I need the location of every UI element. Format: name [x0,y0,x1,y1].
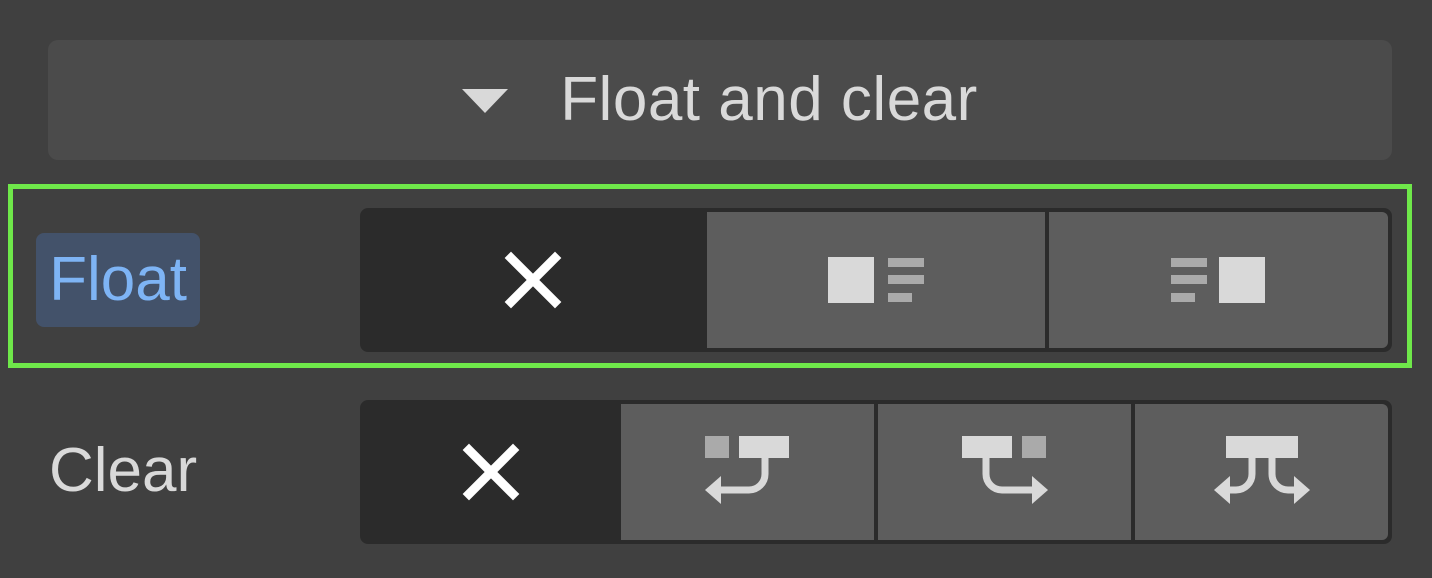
close-icon [503,250,563,310]
float-left-icon [826,255,926,305]
float-and-clear-panel: Float and clear Float Clear [0,0,1432,578]
close-icon [461,442,521,502]
clear-segmented-control [360,400,1392,544]
float-right-icon [1169,255,1269,305]
float-segmented-control [360,208,1392,352]
section-title: Float and clear [560,65,978,134]
section-header-float-and-clear[interactable]: Float and clear [48,40,1392,160]
float-left-button[interactable] [706,212,1046,348]
clear-left-button[interactable] [621,404,874,540]
clear-both-icon [1212,434,1312,510]
clear-right-button[interactable] [878,404,1131,540]
clear-label: Clear [49,436,198,505]
caret-down-icon [462,89,509,113]
float-none-button[interactable] [364,212,703,348]
clear-right-icon [960,434,1050,510]
float-right-button[interactable] [1049,212,1389,348]
clear-left-icon [703,434,793,510]
float-label: Float [36,233,200,327]
clear-none-button[interactable] [364,404,617,540]
clear-both-button[interactable] [1135,404,1388,540]
